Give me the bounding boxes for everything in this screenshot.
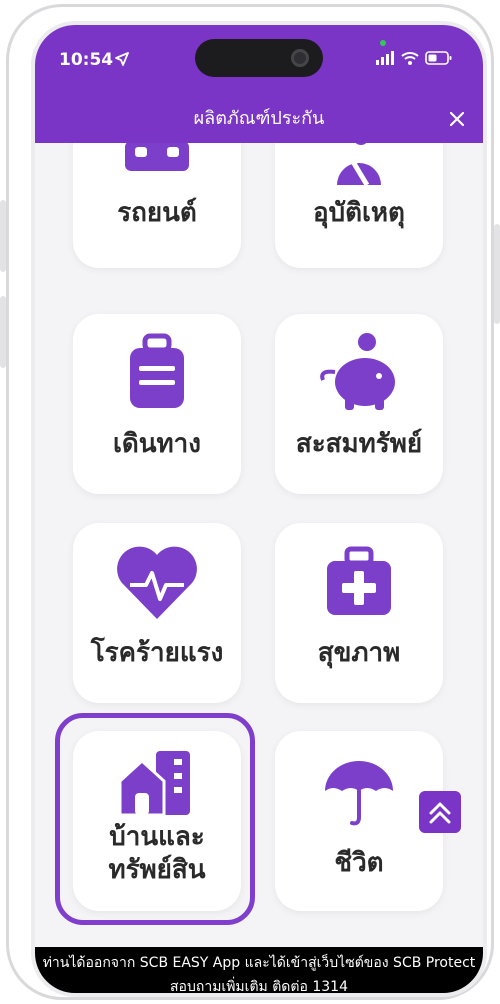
battery-icon: [425, 51, 452, 65]
product-card-accident[interactable]: อุบัติเหตุ: [275, 143, 443, 268]
exit-notice-banner: ท่านได้ออกจาก SCB EASY App และได้เข้าสู่…: [35, 947, 483, 995]
phone-frame: 10:54 ผลิตภัณฑ์ประกัน รถยนต์ อุบัติเหตุ …: [6, 4, 494, 1000]
notice-line-2: สอบถามเพิ่มเติม ติดต่อ 1314: [170, 979, 348, 995]
product-card-critical-illness[interactable]: โรคร้ายแรง: [73, 523, 241, 703]
umbrella-icon: [325, 761, 393, 826]
product-label: อุบัติเหตุ: [313, 198, 405, 228]
product-label-line2: ทรัพย์สิน: [108, 854, 206, 885]
header-bar: 10:54 ผลิตภัณฑ์ประกัน: [35, 25, 483, 143]
notice-line-1: ท่านได้ออกจาก SCB EASY App และได้เข้าสู่…: [42, 955, 476, 971]
privacy-indicator: [380, 40, 386, 46]
luggage-icon: [130, 333, 184, 408]
product-card-car[interactable]: รถยนต์: [73, 143, 241, 268]
phone-side-button-right: [494, 224, 500, 324]
product-label: รถยนต์: [117, 198, 197, 228]
product-label: ชีวิต: [334, 848, 384, 878]
close-icon[interactable]: [443, 105, 471, 133]
product-card-savings[interactable]: สะสมทรัพย์: [275, 314, 443, 494]
product-card-home-property[interactable]: บ้านและ ทรัพย์สิน: [73, 731, 241, 911]
home-property-icon: [118, 751, 190, 817]
product-label: สะสมทรัพย์: [295, 429, 423, 459]
product-label: โรคร้ายแรง: [90, 638, 224, 668]
first-aid-kit-icon: [327, 546, 391, 615]
product-label-line1: บ้านและ: [109, 822, 205, 852]
scroll-to-top-button[interactable]: [419, 791, 461, 833]
page-title: ผลิตภัณฑ์ประกัน: [193, 108, 325, 129]
location-arrow-icon: [115, 52, 129, 66]
product-label: สุขภาพ: [317, 638, 401, 668]
accident-icon: [337, 143, 381, 187]
car-icon: [125, 143, 189, 171]
product-card-health[interactable]: สุขภาพ: [275, 523, 443, 703]
product-label: เดินทาง: [113, 429, 201, 459]
status-icons: [375, 51, 453, 65]
heart-pulse-icon: [117, 546, 197, 619]
status-time: 10:54: [59, 50, 114, 70]
product-grid: รถยนต์ อุบัติเหตุ เดินทาง สะสมทรัพย์ โรค…: [35, 143, 483, 953]
phone-screen: 10:54 ผลิตภัณฑ์ประกัน รถยนต์ อุบัติเหตุ …: [31, 21, 487, 997]
product-card-travel[interactable]: เดินทาง: [73, 314, 241, 494]
wifi-icon: [401, 52, 419, 65]
piggy-bank-icon: [320, 333, 395, 410]
product-card-life[interactable]: ชีวิต: [275, 731, 443, 911]
signal-icon: [376, 51, 394, 65]
camera-icon: [291, 49, 309, 67]
